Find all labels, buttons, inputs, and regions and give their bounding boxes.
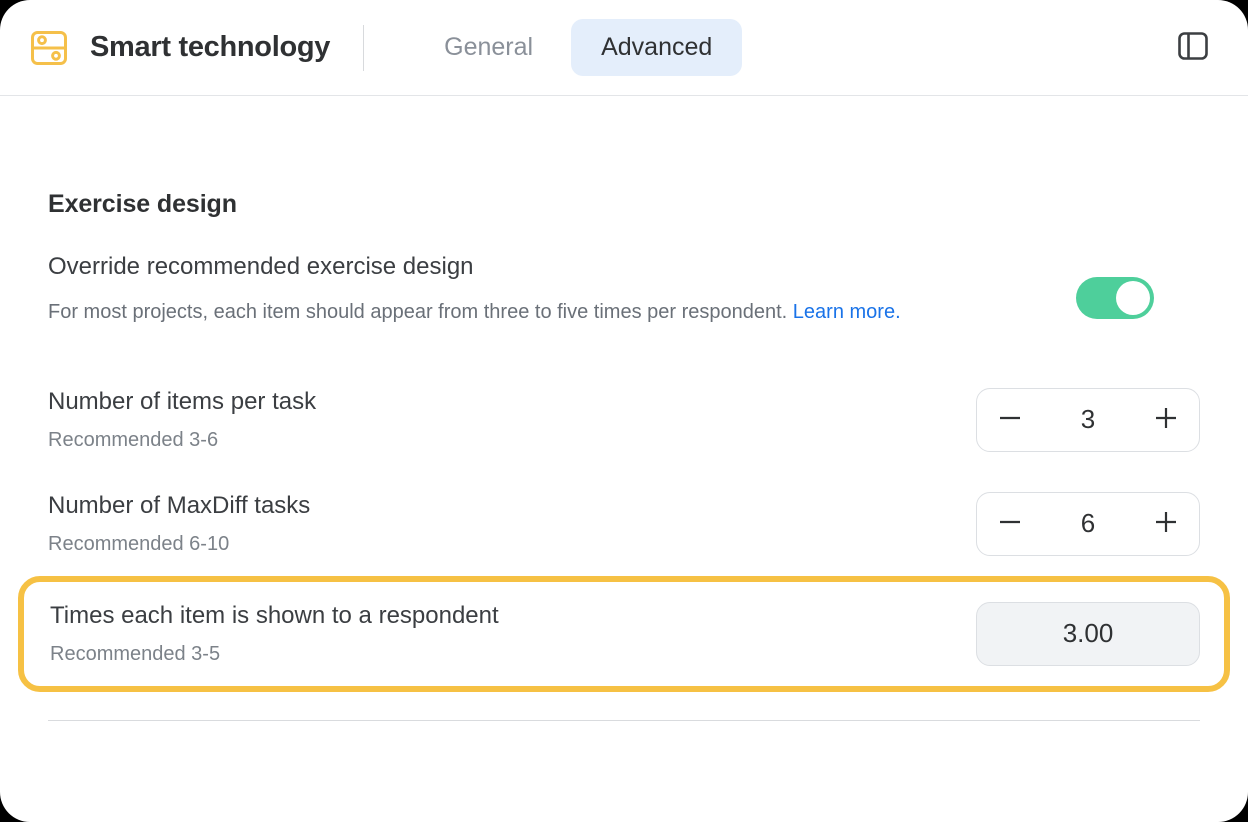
setting-label: Times each item is shown to a respondent (50, 601, 499, 629)
setting-label: Number of MaxDiff tasks (48, 491, 311, 519)
minus-icon (997, 405, 1023, 434)
sidebar-panel-toggle-button[interactable] (1170, 25, 1216, 71)
setting-recommendation: Recommended 3-5 (50, 642, 221, 665)
times-shown-value: 3.00 (976, 601, 1200, 666)
setting-row-items-per-task: Number of items per task Recommended 3-6… (48, 368, 1200, 472)
override-label: Override recommended exercise design (48, 253, 474, 280)
setting-row-times-shown-highlighted: Times each item is shown to a respondent… (18, 575, 1230, 692)
learn-more-link[interactable]: Learn more. (793, 301, 901, 323)
app-header: Smart technology General Advanced (0, 0, 1248, 96)
override-description: For most projects, each item should appe… (48, 296, 1038, 328)
section-divider (48, 719, 1200, 721)
setting-label: Number of items per task (48, 387, 317, 415)
stepper-value: 6 (1080, 508, 1096, 539)
tab-bar: General Advanced (414, 19, 743, 76)
decrement-button[interactable] (981, 391, 1039, 449)
setting-text-block: Times each item is shown to a respondent… (50, 602, 499, 666)
setting-text-block: Number of items per task Recommended 3-6 (48, 388, 316, 452)
header-divider (363, 24, 365, 71)
override-setting-row: Override recommended exercise design For… (48, 253, 1200, 328)
maxdiff-tasks-stepper[interactable]: 6 (976, 491, 1200, 556)
setting-text-block: Number of MaxDiff tasks Recommended 6-10 (48, 492, 310, 556)
page-title: Smart technology (90, 31, 331, 63)
app-window: Smart technology General Advanced Exerci… (0, 0, 1248, 822)
items-per-task-stepper[interactable]: 3 (976, 387, 1200, 452)
stepper-value: 3 (1080, 404, 1096, 435)
override-description-text: For most projects, each item should appe… (48, 300, 793, 323)
setting-recommendation: Recommended 6-10 (48, 532, 230, 555)
brand: Smart technology (28, 27, 330, 69)
plus-icon (1153, 509, 1179, 538)
setting-row-maxdiff-tasks: Number of MaxDiff tasks Recommended 6-10… (48, 472, 1200, 576)
increment-button[interactable] (1137, 391, 1195, 449)
toggle-knob (1116, 281, 1150, 315)
settings-content: Exercise design Override recommended exe… (0, 190, 1248, 721)
section-title: Exercise design (48, 190, 237, 218)
decrement-button[interactable] (981, 495, 1039, 553)
sidebar-panel-icon (1175, 28, 1211, 67)
plus-icon (1153, 405, 1179, 434)
increment-button[interactable] (1137, 495, 1195, 553)
tab-advanced[interactable]: Advanced (571, 19, 743, 76)
override-text-block: Override recommended exercise design For… (48, 253, 1048, 328)
server-icon (28, 27, 70, 69)
minus-icon (997, 509, 1023, 538)
tab-general[interactable]: General (414, 19, 563, 76)
override-toggle-switch[interactable] (1076, 277, 1154, 319)
setting-recommendation: Recommended 3-6 (48, 428, 219, 451)
